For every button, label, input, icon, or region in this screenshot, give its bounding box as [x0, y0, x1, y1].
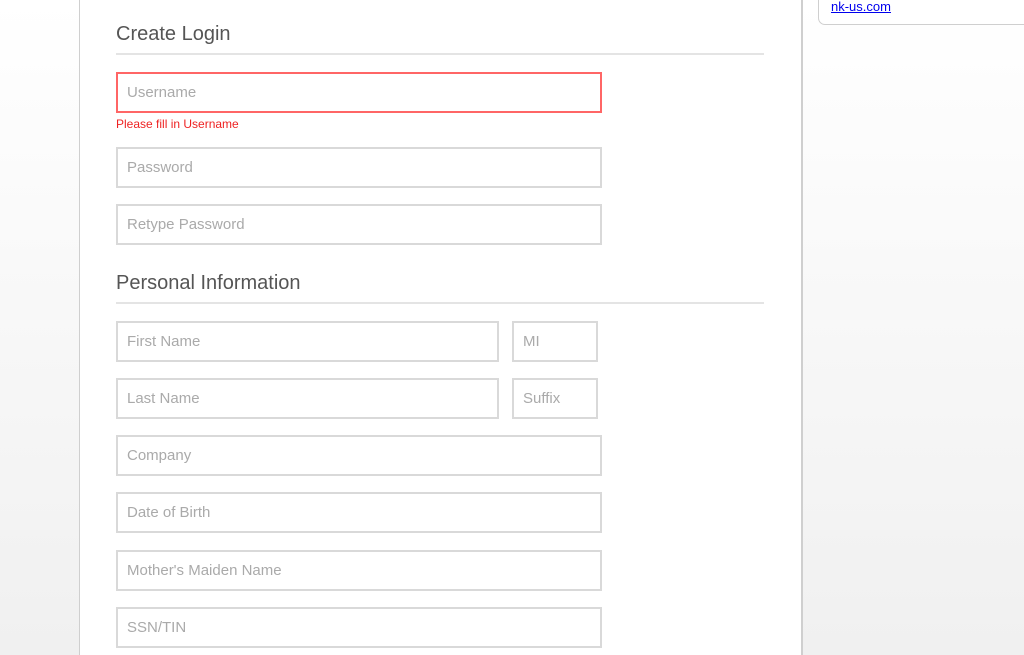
password-input[interactable]: [116, 147, 602, 188]
ssn-tin-input[interactable]: [116, 607, 602, 648]
section-title-personal-information: Personal Information: [116, 272, 301, 294]
username-error: Please fill in Username: [116, 117, 239, 131]
date-of-birth-input[interactable]: [116, 492, 602, 533]
form-panel: Create Login Please fill in Username Per…: [79, 0, 803, 655]
retype-password-input[interactable]: [116, 204, 602, 245]
last-name-input[interactable]: [116, 378, 499, 419]
mi-input[interactable]: [512, 321, 598, 362]
first-name-input[interactable]: [116, 321, 499, 362]
mothers-maiden-name-input[interactable]: [116, 550, 602, 591]
sidebar-link[interactable]: nk-us.com: [831, 0, 891, 14]
sidebar-box: nk-us.com: [818, 0, 1024, 25]
divider: [116, 302, 764, 304]
suffix-input[interactable]: [512, 378, 598, 419]
username-input[interactable]: [116, 72, 602, 113]
company-input[interactable]: [116, 435, 602, 476]
section-title-create-login: Create Login: [116, 23, 231, 45]
divider: [116, 53, 764, 55]
